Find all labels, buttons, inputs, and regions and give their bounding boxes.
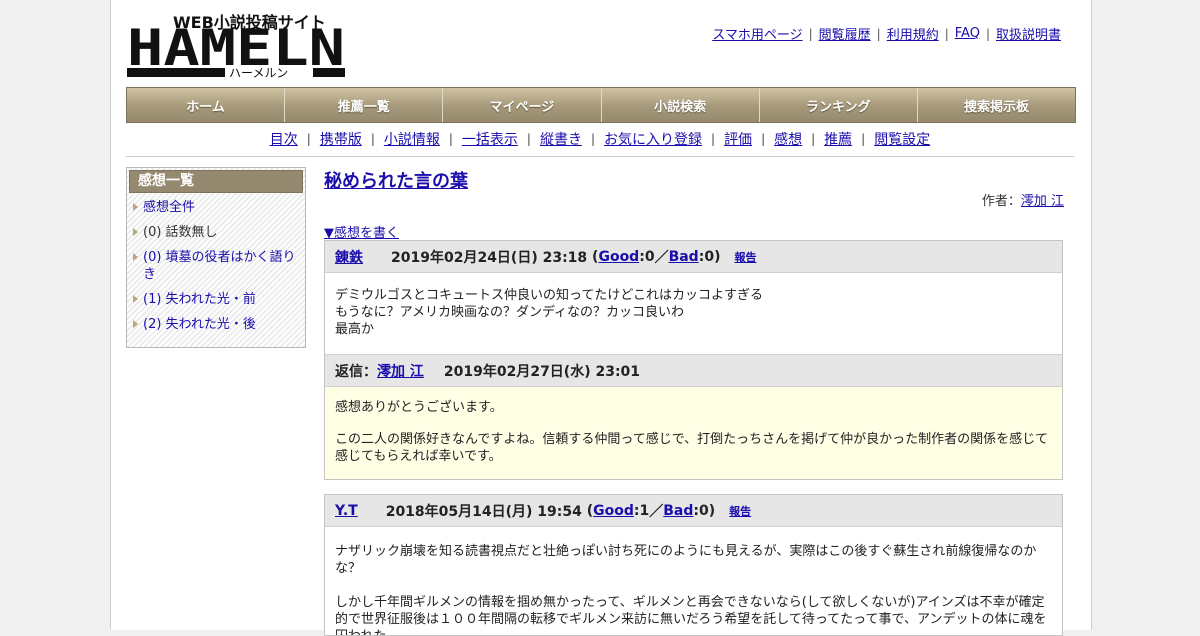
triangle-bullet-icon [133,320,138,328]
divider [126,156,1074,157]
logo-underline-right [313,68,345,77]
sidebar-item-label[interactable]: (0) 墳墓の役者はかく語りき [143,250,296,282]
nav-recommendations[interactable]: 推薦一覧 [285,88,444,122]
novel-nav-recommend[interactable]: 推薦 [824,129,852,149]
page-container: WEB小説投稿サイト HAMELN ハーメルン スマホ用ページ | 閲覧履歴 |… [110,0,1092,636]
author-link[interactable]: 澪加 江 [1021,194,1064,209]
good-count: 1 [639,502,650,519]
triangle-bullet-icon [133,253,138,261]
header-links: スマホ用ページ | 閲覧履歴 | 利用規約 | FAQ | 取扱説明書 [712,24,1061,43]
novel-nav-settings[interactable]: 閲覧設定 [874,129,930,149]
author-label: 作者： [981,194,1021,209]
logo-underline-left [127,68,225,77]
triangle-bullet-icon [133,295,138,303]
novel-nav-info[interactable]: 小説情報 [384,129,440,149]
terms-link[interactable]: 利用規約 [887,24,939,43]
review-date: 2019年02月24日(日) 23:18 [391,249,588,266]
author-line: 作者：澪加 江 [982,190,1064,209]
nav-ranking[interactable]: ランキング [759,88,918,122]
write-review-link[interactable]: ▼感想を書く [324,222,399,241]
hameln-logo[interactable]: WEB小説投稿サイト HAMELN ハーメルン [127,10,347,80]
good-button[interactable]: Good [593,503,634,519]
review-body: ナザリック崩壊を知る読書視点だと壮絶っぽい討ち死にのようにも見えるが、実際はこの… [335,544,1047,635]
good-button[interactable]: Good [598,249,639,265]
triangle-bullet-icon [133,228,138,236]
sidebar-item-label: (0) 話数無し [143,225,218,240]
logo-kana: ハーメルン [229,66,288,80]
review-card: 錬鉄 2019年02月24日(日) 23:18 (Good:0 ／ Bad:0) 報… [324,240,1063,480]
novel-nav: 目次 | 携帯版 | 小説情報 | 一括表示 | 縦書き | お気に入り登録 |… [126,129,1074,149]
sidebar-item-label[interactable]: (2) 失われた光・後 [143,317,256,332]
faq-link[interactable]: FAQ [955,26,980,41]
sidebar-title: 感想一覧 [129,170,303,193]
review-header: Y.T 2018年05月14日(月) 19:54 (Good:1 ／ Bad:0) … [325,495,1062,527]
manual-link[interactable]: 取扱説明書 [996,24,1061,43]
novel-nav-toc[interactable]: 目次 [270,129,298,149]
sidebar-item-episode-2[interactable]: (1) 失われた光・前 [127,291,305,308]
sidebar-item-episode-1[interactable]: (0) 墳墓の役者はかく語りき [127,249,305,283]
review-sidebar: 感想一覧 感想全件 (0) 話数無し (0) 墳墓の役者はかく語りき (1) 失… [126,167,306,348]
sidebar-item-label[interactable]: (1) 失われた光・前 [143,292,256,307]
novel-nav-vertical[interactable]: 縦書き [540,129,582,149]
nav-home[interactable]: ホーム [127,88,286,122]
bad-button[interactable]: Bad [669,249,699,265]
review-body: デミウルゴスとコキュートス仲良いの知ってたけどこれはカッコよすぎる もうなに？ア… [335,288,763,337]
reviewer-link[interactable]: Y.T [335,503,358,519]
bad-button[interactable]: Bad [663,503,693,519]
novel-title: 秘められた言の葉 [324,167,468,193]
reply-body: 感想ありがとうございます。 この二人の関係好きなんですよね。信頼する仲間って感じ… [325,387,1062,479]
novel-nav-reviews[interactable]: 感想 [774,129,802,149]
report-link[interactable]: 報告 [729,503,751,519]
novel-nav-favorite[interactable]: お気に入り登録 [604,129,702,149]
novel-nav-all[interactable]: 一括表示 [462,129,518,149]
reviewer-link[interactable]: 錬鉄 [335,247,363,267]
nav-novel-search[interactable]: 小説検索 [601,88,760,122]
nav-search-board[interactable]: 捜索掲示板 [917,88,1076,122]
smartphone-page-link[interactable]: スマホ用ページ [712,24,802,43]
bad-count: 0 [699,502,709,519]
bad-count: 0 [704,248,715,265]
reply-paragraph: 感想ありがとうございます。 [335,400,503,415]
reply-label: 返信： [335,363,377,380]
review-card: Y.T 2018年05月14日(月) 19:54 (Good:1 ／ Bad:0) … [324,494,1063,636]
sidebar-item-no-episode: (0) 話数無し [127,224,305,241]
reply-paragraph: この二人の関係好きなんですよね。信頼する仲間って感じで、打倒たっちさんを掲げて仲… [335,432,1049,464]
report-link[interactable]: 報告 [734,249,756,265]
reply-date: 2019年02月27日(水) 23:01 [443,363,641,380]
sidebar-item-all[interactable]: 感想全件 [127,199,305,216]
global-nav: ホーム 推薦一覧 マイページ 小説検索 ランキング 捜索掲示板 [126,87,1076,123]
nav-mypage[interactable]: マイページ [443,88,602,122]
review-date: 2018年05月14日(月) 19:54 [385,503,582,520]
novel-nav-rating[interactable]: 評価 [724,129,752,149]
triangle-bullet-icon [133,203,138,211]
sidebar-list: 感想全件 (0) 話数無し (0) 墳墓の役者はかく語りき (1) 失われた光・… [127,199,305,333]
good-count: 0 [644,248,655,265]
review-header: 錬鉄 2019年02月24日(日) 23:18 (Good:0 ／ Bad:0) 報… [325,241,1062,273]
novel-title-link[interactable]: 秘められた言の葉 [324,171,468,192]
sidebar-item-episode-3[interactable]: (2) 失われた光・後 [127,316,305,333]
history-link[interactable]: 閲覧履歴 [819,24,871,43]
reply-header: 返信： 澪加 江 2019年02月27日(水) 23:01 [325,354,1062,387]
reply-author-link[interactable]: 澪加 江 [377,361,424,381]
sidebar-item-label[interactable]: 感想全件 [143,200,195,215]
novel-nav-mobile[interactable]: 携帯版 [320,129,362,149]
